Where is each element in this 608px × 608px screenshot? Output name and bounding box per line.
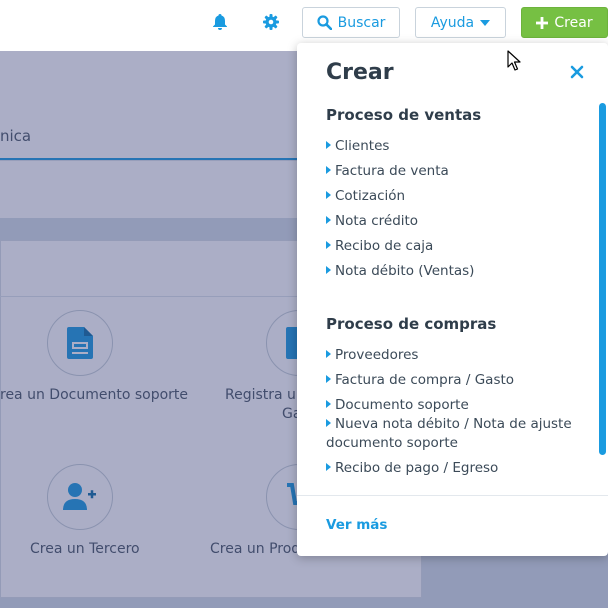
caret-right-icon (326, 375, 331, 383)
create-button[interactable]: Crear (521, 7, 608, 38)
menu-item-label: Factura de compra / Gasto (335, 372, 515, 388)
see-more-link[interactable]: Ver más (326, 517, 387, 533)
caret-right-icon (326, 419, 331, 427)
menu-item-factura-compra[interactable]: Factura de compra / Gasto (326, 371, 576, 390)
caret-right-icon (326, 141, 331, 149)
menu-item-proveedores[interactable]: Proveedores (326, 346, 576, 365)
menu-item-cotizacion[interactable]: Cotización (326, 187, 576, 206)
menu-item-label: Nota débito (Ventas) (335, 263, 475, 279)
search-icon (316, 15, 332, 30)
caret-right-icon (326, 191, 331, 199)
menu-item-recibo-pago[interactable]: Recibo de pago / Egreso (326, 459, 576, 478)
close-icon[interactable] (570, 65, 584, 79)
help-button-label: Ayuda (430, 14, 475, 31)
menu-item-documento-soporte[interactable]: Documento soporte (326, 396, 576, 415)
mouse-cursor-icon (507, 50, 521, 71)
menu-item-nota-debito-ventas[interactable]: Nota débito (Ventas) (326, 262, 576, 281)
caret-right-icon (326, 350, 331, 358)
search-button[interactable]: Buscar (302, 7, 400, 38)
menu-item-label: Recibo de caja (335, 238, 434, 254)
gear-icon[interactable] (262, 13, 280, 31)
menu-item-recibo-caja[interactable]: Recibo de caja (326, 237, 576, 256)
menu-item-factura-venta[interactable]: Factura de venta (326, 162, 576, 181)
menu-item-nota-ajuste[interactable]: Nueva nota débito / Nota de ajuste docum… (326, 415, 576, 453)
menu-item-label: Documento soporte (335, 397, 469, 413)
search-button-label: Buscar (337, 14, 386, 31)
caret-right-icon (326, 463, 331, 471)
menu-item-label: Factura de venta (335, 163, 449, 179)
panel-title: Crear (326, 60, 394, 85)
help-button[interactable]: Ayuda (415, 7, 506, 38)
menu-item-label: Nota crédito (335, 213, 419, 229)
panel-scrollbar[interactable] (599, 103, 606, 455)
menu-item-label: Nueva nota débito / Nota de ajuste docum… (326, 416, 572, 451)
create-button-label: Crear (554, 14, 593, 31)
menu-item-label: Recibo de pago / Egreso (335, 460, 499, 476)
create-dropdown-panel: Crear Proceso de ventas Clientes Factura… (297, 43, 608, 556)
menu-item-nota-credito[interactable]: Nota crédito (326, 212, 576, 231)
panel-divider (297, 495, 608, 496)
menu-item-label: Cotización (335, 188, 406, 204)
menu-item-clientes[interactable]: Clientes (326, 137, 576, 156)
section-title-purchases: Proceso de compras (326, 315, 497, 333)
section-title-sales: Proceso de ventas (326, 106, 482, 124)
bell-icon[interactable] (211, 13, 229, 31)
caret-right-icon (326, 400, 331, 408)
plus-icon (536, 16, 549, 29)
menu-item-label: Clientes (335, 138, 390, 154)
caret-right-icon (326, 166, 331, 174)
caret-right-icon (326, 216, 331, 224)
caret-right-icon (326, 266, 331, 274)
caret-right-icon (326, 241, 331, 249)
menu-item-label: Proveedores (335, 347, 419, 363)
caret-down-icon (480, 19, 491, 26)
